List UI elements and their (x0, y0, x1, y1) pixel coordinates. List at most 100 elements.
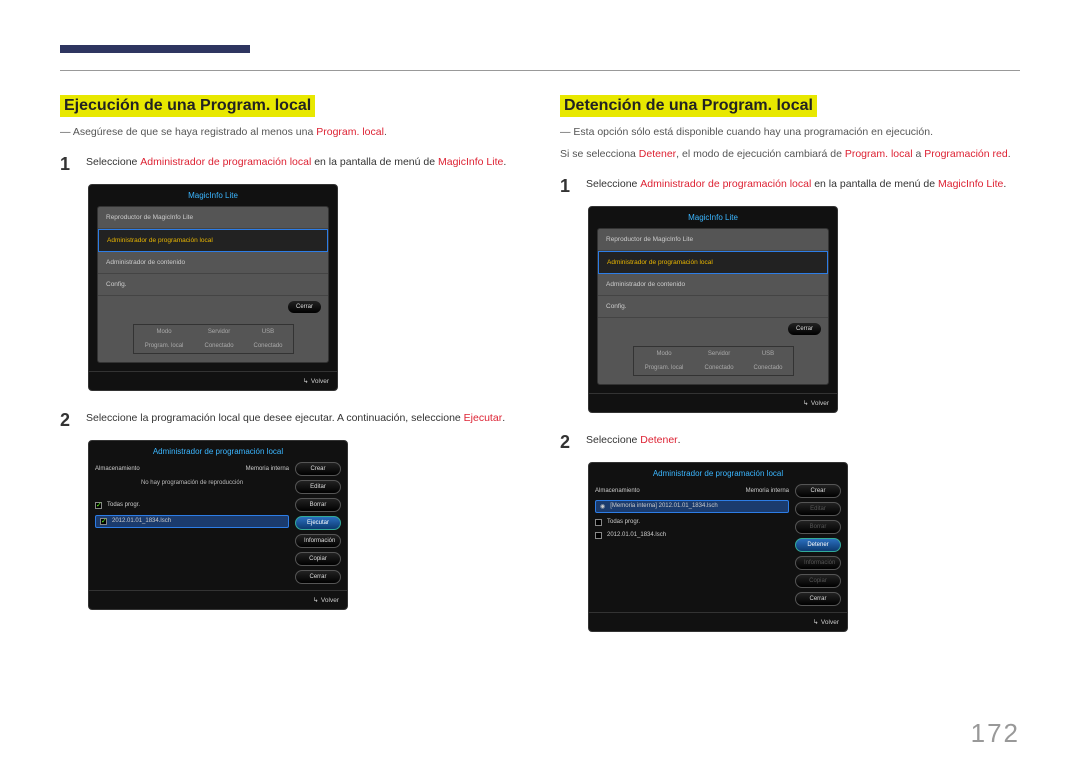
left-column: Ejecución de una Program. local ― Asegúr… (60, 95, 520, 648)
step-text: Seleccione la programación local que des… (86, 407, 520, 434)
right-column: Detención de una Program. local ― Esta o… (560, 95, 1020, 648)
t: . (502, 412, 505, 424)
crear-button[interactable]: Crear (795, 484, 841, 498)
h: USB (744, 347, 793, 361)
footer: ↲Volver (89, 371, 337, 390)
section-title-right: Detención de una Program. local (560, 95, 817, 117)
t: . (503, 156, 506, 168)
step-number: 2 (60, 407, 74, 434)
step-text: Seleccione Administrador de programación… (86, 151, 520, 178)
footer: ↲Volver (89, 590, 347, 609)
section-title-left: Ejecución de una Program. local (60, 95, 315, 117)
t: Seleccione (586, 178, 640, 190)
t: Administrador de programación local (140, 156, 311, 168)
screen-title: MagicInfo Lite (589, 207, 837, 228)
t: 2012.01.01_1834.lsch (607, 532, 666, 538)
checkbox-icon (95, 502, 102, 509)
menu-item[interactable]: Reproductor de MagicInfo Lite (598, 229, 828, 251)
t: 2012.01.01_1834.lsch (112, 518, 171, 524)
borrar-button: Borrar (795, 520, 841, 534)
h: USB (244, 325, 293, 339)
note-right-2: Si se selecciona Detener, el modo de eje… (560, 147, 1020, 163)
header-rule (60, 70, 1020, 71)
step-number: 2 (560, 429, 574, 456)
info-button: Información (795, 556, 841, 570)
t: Detener (640, 434, 677, 446)
t: en la pantalla de menú de (811, 178, 938, 190)
t: , el modo de ejecución cambiará de (676, 148, 845, 160)
step-2-left: 2 Seleccione la programación local que d… (60, 407, 520, 434)
borrar-button[interactable]: Borrar (295, 498, 341, 512)
editar-button[interactable]: Editar (295, 480, 341, 494)
close-button[interactable]: Cerrar (287, 300, 322, 314)
menu-box: Reproductor de MagicInfo Lite Administra… (597, 228, 829, 385)
list-panel: AlmacenamientoMemoria interna No hay pro… (95, 462, 289, 588)
crear-button[interactable]: Crear (295, 462, 341, 476)
editar-button: Editar (795, 502, 841, 516)
return-label: Volver (811, 400, 829, 407)
ejecutar-button[interactable]: Ejecutar (295, 516, 341, 530)
menu-box: Reproductor de MagicInfo Lite Administra… (97, 206, 329, 363)
detener-button[interactable]: Detener (795, 538, 841, 552)
t: Todas progr. (607, 519, 640, 525)
t: Seleccione (86, 156, 140, 168)
menu-item[interactable]: Reproductor de MagicInfo Lite (98, 207, 328, 229)
info-button[interactable]: Información (295, 534, 341, 548)
copiar-button: Copiar (795, 574, 841, 588)
copiar-button[interactable]: Copiar (295, 552, 341, 566)
step-2-right: 2 Seleccione Detener. (560, 429, 1020, 456)
status-table: Modo Servidor USB Program. local Conecta… (633, 346, 794, 376)
t: a (913, 148, 925, 160)
t: Detener (639, 148, 676, 160)
t: Seleccione (586, 434, 640, 446)
v: Conectado (195, 339, 244, 353)
status-table: Modo Servidor USB Program. local Conecta… (133, 324, 294, 354)
val: Memoria interna (746, 488, 789, 494)
v: Conectado (695, 361, 744, 375)
menu-item[interactable]: Administrador de contenido (598, 274, 828, 296)
menu-item-selected[interactable]: Administrador de programación local (598, 251, 828, 274)
h: Modo (634, 347, 695, 361)
step-1-right: 1 Seleccione Administrador de programaci… (560, 173, 1020, 200)
page-number: 172 (971, 718, 1020, 749)
t: Si se selecciona (560, 148, 639, 160)
return-label: Volver (321, 597, 339, 604)
t: MagicInfo Lite (438, 156, 503, 168)
checkbox-icon (595, 532, 602, 539)
header-accent (60, 45, 250, 53)
list-item-selected[interactable]: 2012.01.01_1834.lsch (95, 515, 289, 528)
list-item[interactable]: Todas progr. (95, 502, 289, 509)
list-item[interactable]: 2012.01.01_1834.lsch (595, 532, 789, 539)
close-button[interactable]: Cerrar (787, 322, 822, 336)
t: . (1003, 178, 1006, 190)
screen-title: MagicInfo Lite (89, 185, 337, 206)
t: Program. local (845, 148, 913, 160)
step-number: 1 (60, 151, 74, 178)
cerrar-button[interactable]: Cerrar (795, 592, 841, 606)
t: Ejecutar (464, 412, 503, 424)
menu-item[interactable]: Config. (98, 274, 328, 296)
list-item-running[interactable]: ◉[Memoria interna] 2012.01.01_1834.lsch (595, 500, 789, 513)
step-text: Seleccione Administrador de programación… (586, 173, 1020, 200)
t: . (1008, 148, 1011, 160)
screenshot-admin-left: Administrador de programación local Alma… (88, 440, 348, 610)
t: Seleccione la programación local que des… (86, 412, 464, 424)
menu-item[interactable]: Administrador de contenido (98, 252, 328, 274)
menu-item-selected[interactable]: Administrador de programación local (98, 229, 328, 252)
lbl: Almacenamiento (95, 466, 140, 472)
list-panel: AlmacenamientoMemoria interna ◉[Memoria … (595, 484, 789, 610)
t: MagicInfo Lite (938, 178, 1003, 190)
return-label: Volver (311, 378, 329, 385)
menu-item[interactable]: Config. (598, 296, 828, 318)
cerrar-button[interactable]: Cerrar (295, 570, 341, 584)
screen-title: Administrador de programación local (589, 463, 847, 484)
return-icon: ↲ (803, 399, 808, 407)
step-1-left: 1 Seleccione Administrador de programaci… (60, 151, 520, 178)
step-text: Seleccione Detener. (586, 429, 1020, 456)
v: Program. local (634, 361, 695, 375)
h: Servidor (195, 325, 244, 339)
list-item[interactable]: Todas progr. (595, 519, 789, 526)
t: Programación red (924, 148, 1007, 160)
screenshot-admin-right: Administrador de programación local Alma… (588, 462, 848, 632)
play-icon: ◉ (600, 503, 605, 510)
